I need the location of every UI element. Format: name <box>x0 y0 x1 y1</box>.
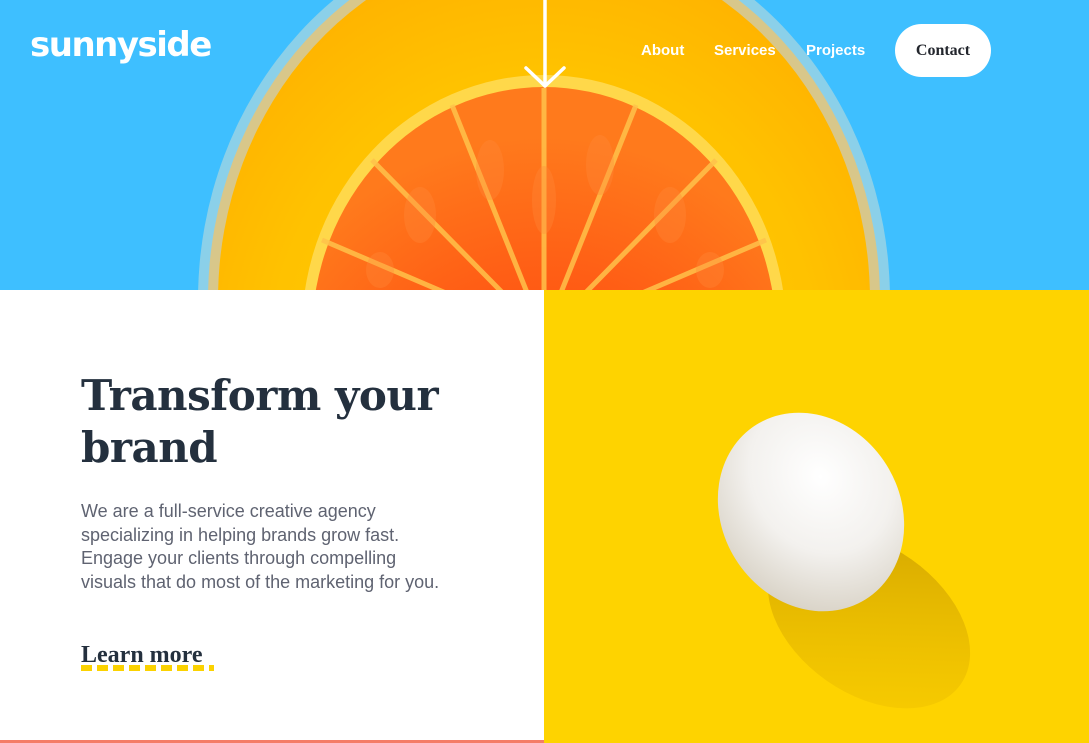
feature-text-panel: Transform your brand We are a full-servic… <box>0 290 544 743</box>
contact-button[interactable]: Contact <box>895 24 991 77</box>
headline-line-1: Transform your <box>81 371 439 420</box>
nav-link-services[interactable]: Services <box>714 43 776 58</box>
feature-description: We are a full-service creative agency sp… <box>81 501 440 592</box>
nav-link-projects[interactable]: Projects <box>806 43 865 58</box>
headline-line-2: brand <box>81 423 218 472</box>
link-underline <box>81 665 214 671</box>
hero-section: sunnyside About Services Projects Contac… <box>0 0 1089 290</box>
feature-image-panel <box>544 290 1089 743</box>
egg-image <box>717 412 971 709</box>
main-nav: About Services Projects Contact <box>0 24 1089 78</box>
feature-headline: Transform your brand <box>81 370 481 474</box>
nav-link-about[interactable]: About <box>641 43 684 58</box>
